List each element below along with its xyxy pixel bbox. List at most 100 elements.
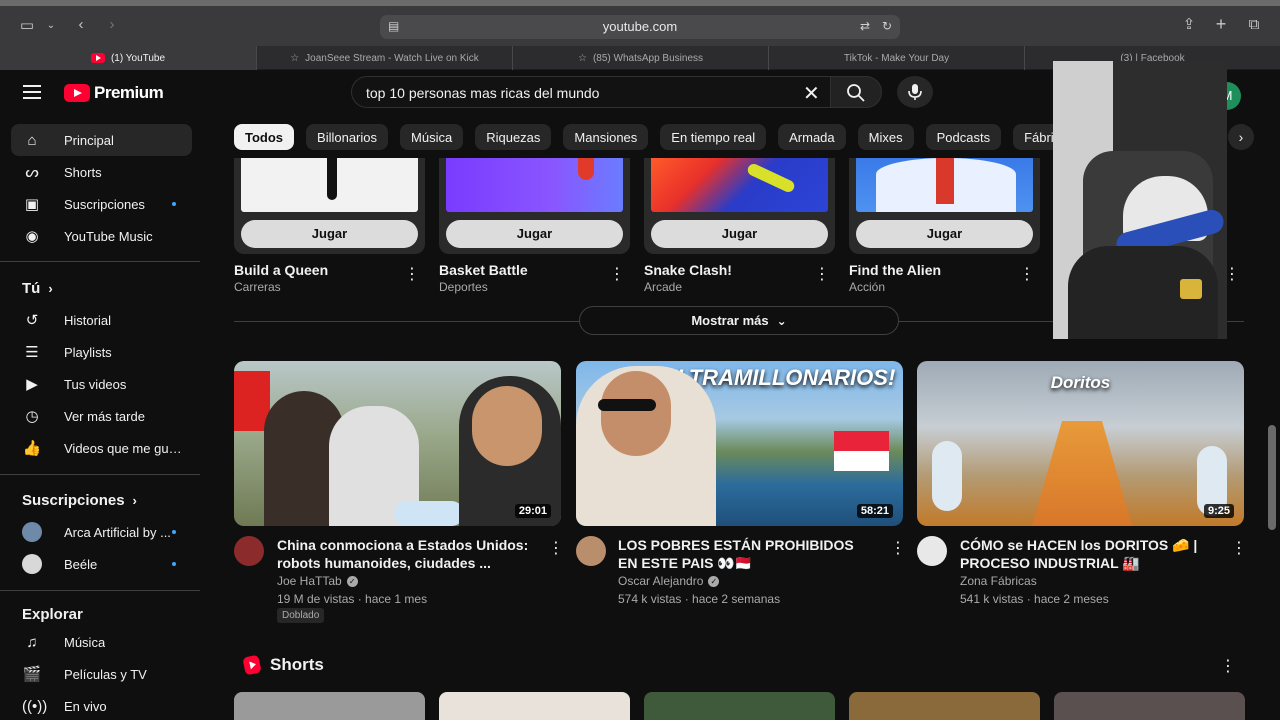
new-tab-icon[interactable]: + (1210, 14, 1232, 34)
more-options-icon[interactable]: ⋮ (1220, 656, 1236, 676)
play-game-button[interactable]: Jugar (856, 220, 1033, 248)
chips-next-button[interactable]: › (1228, 124, 1254, 150)
sidebar-toggle-icon[interactable]: ▭ (16, 16, 38, 36)
back-icon[interactable]: ‹ (70, 15, 92, 35)
chevron-down-icon[interactable]: ⌄ (40, 16, 62, 36)
tab-whatsapp[interactable]: ☆ (85) WhatsApp Business (512, 46, 768, 70)
sidebar-item-label: Beéle (64, 556, 98, 572)
chip-riquezas[interactable]: Riquezas (475, 124, 552, 150)
more-options-icon[interactable]: ⋮ (1019, 264, 1035, 284)
sidebar-item-liked-videos[interactable]: 👍 Videos que me gus... (11, 432, 192, 464)
short-thumbnail[interactable] (849, 692, 1040, 720)
short-thumbnail[interactable] (644, 692, 835, 720)
sidebar-channel-beele[interactable]: Beéle (11, 548, 192, 580)
more-options-icon[interactable]: ⋮ (1231, 538, 1247, 558)
share-icon[interactable]: ⇪ (1178, 15, 1200, 35)
video-thumbnail[interactable]: 29:01 (234, 361, 561, 526)
channel-name[interactable]: Joe HaTTab ✓ (277, 574, 358, 588)
sidebar-item-tus-videos[interactable]: ▶ Tus videos (11, 368, 192, 400)
game-title[interactable]: Basket Battle (439, 262, 528, 278)
channel-avatar[interactable] (234, 536, 264, 566)
game-card[interactable]: Jugar (849, 158, 1040, 254)
forward-icon[interactable]: › (101, 15, 123, 35)
sidebar-item-musica[interactable]: ♫ Música (11, 626, 192, 658)
video-thumbnail[interactable]: Doritos 9:25 (917, 361, 1244, 526)
video-duration: 9:25 (1203, 504, 1234, 518)
sidebar-item-suscripciones[interactable]: ▣ Suscripciones (11, 188, 192, 220)
sidebar-item-playlists[interactable]: ☰ Playlists (11, 336, 192, 368)
channel-avatar[interactable] (917, 536, 947, 566)
game-title[interactable]: Snake Clash! (644, 262, 732, 278)
play-game-button[interactable]: Jugar (241, 220, 418, 248)
short-thumbnail[interactable] (234, 692, 425, 720)
tab-overview-icon[interactable]: ⧉ (1243, 15, 1265, 35)
home-icon: ⌂ (27, 131, 37, 149)
chip-armada[interactable]: Armada (778, 124, 846, 150)
sidebar-item-shorts[interactable]: ᔕ Shorts (11, 156, 192, 188)
address-bar[interactable]: ▤ youtube.com ⇄ ↻ (380, 15, 900, 39)
browser-toolbar: ▭ ⌄ ‹ › ▤ youtube.com ⇄ ↻ ⇪ + ⧉ (0, 6, 1280, 46)
more-options-icon[interactable]: ⋮ (404, 264, 420, 284)
sidebar-item-peliculas[interactable]: 🎬 Películas y TV (11, 658, 192, 690)
page-scrollbar[interactable] (1268, 425, 1276, 530)
tab-youtube[interactable]: (1) YouTube (0, 46, 256, 70)
subscriptions-section-heading[interactable]: Suscripciones › (22, 492, 137, 509)
search-input[interactable]: top 10 personas mas ricas del mundo ✕ (351, 76, 831, 108)
more-options-icon[interactable]: ⋮ (548, 538, 564, 558)
section-title: Explorar (22, 606, 83, 623)
tab-kick[interactable]: ☆ JoanSeee Stream - Watch Live on Kick (256, 46, 512, 70)
channel-name[interactable]: Zona Fábricas (960, 574, 1037, 588)
game-thumbnail (241, 158, 418, 212)
show-more-button[interactable]: Mostrar más ⌄ (579, 306, 899, 335)
youtube-play-icon (64, 84, 90, 102)
channel-avatar[interactable] (576, 536, 606, 566)
chevron-down-icon: ⌄ (776, 313, 787, 328)
channel-name[interactable]: Oscar Alejandro ✓ (618, 574, 720, 588)
translate-icon[interactable]: ⇄ (860, 19, 870, 33)
video-title[interactable]: LOS POBRES ESTÁN PROHIBIDOS EN ESTE PAIS… (618, 536, 873, 572)
chip-todos[interactable]: Todos (234, 124, 295, 150)
channel-label: Zona Fábricas (960, 574, 1037, 588)
game-card[interactable]: Jugar (644, 158, 835, 254)
chip-podcasts[interactable]: Podcasts (925, 124, 1002, 150)
video-thumbnail[interactable]: ¡ULTRAMILLONARIOS! 58:21 (576, 361, 903, 526)
tab-label: (85) WhatsApp Business (592, 52, 704, 64)
sidebar-item-principal[interactable]: ⌂ Principal (11, 124, 192, 156)
chip-billonarios[interactable]: Billonarios (306, 124, 389, 150)
chip-mixes[interactable]: Mixes (857, 124, 914, 150)
play-game-button[interactable]: Jugar (446, 220, 623, 248)
game-card[interactable]: Jugar (234, 158, 425, 254)
sidebar-item-label: YouTube Music (64, 228, 153, 244)
video-title[interactable]: CÓMO se HACEN los DORITOS 🧀 | PROCESO IN… (960, 536, 1215, 572)
sidebar-item-ver-mas-tarde[interactable]: ◷ Ver más tarde (11, 400, 192, 432)
game-title[interactable]: Build a Queen (234, 262, 328, 278)
sidebar-item-en-vivo[interactable]: ((•)) En vivo (11, 690, 192, 720)
more-options-icon[interactable]: ⋮ (890, 538, 906, 558)
sidebar-item-youtube-music[interactable]: ◉ YouTube Music (11, 220, 192, 252)
video-meta: 19 M de vistas · hace 1 mes (277, 592, 428, 606)
voice-search-button[interactable] (897, 76, 933, 108)
more-options-icon[interactable]: ⋮ (814, 264, 830, 284)
you-section-heading[interactable]: Tú › (22, 280, 53, 297)
game-category: Arcade (644, 280, 683, 294)
tab-tiktok[interactable]: TikTok - Make Your Day (768, 46, 1024, 70)
reload-icon[interactable]: ↻ (882, 19, 892, 33)
game-title[interactable]: Find the Alien (849, 262, 941, 278)
short-thumbnail[interactable] (1054, 692, 1245, 720)
menu-icon[interactable] (23, 85, 41, 99)
chip-mansiones[interactable]: Mansiones (563, 124, 649, 150)
youtube-logo[interactable]: Premium (64, 83, 164, 103)
sidebar-item-historial[interactable]: ↺ Historial (11, 304, 192, 336)
search-button[interactable] (830, 76, 882, 108)
play-game-button[interactable]: Jugar (651, 220, 828, 248)
clear-search-icon[interactable]: ✕ (803, 81, 820, 106)
sidebar-channel-arca-artificial[interactable]: Arca Artificial by ... (11, 516, 192, 548)
short-thumbnail[interactable] (439, 692, 630, 720)
game-card[interactable]: Jugar (439, 158, 630, 254)
sidebar-item-label: Principal (64, 132, 114, 148)
search-icon (847, 84, 865, 102)
video-title[interactable]: China conmociona a Estados Unidos: robot… (277, 536, 532, 572)
chip-en-tiempo-real[interactable]: En tiempo real (660, 124, 767, 150)
more-options-icon[interactable]: ⋮ (609, 264, 625, 284)
chip-musica[interactable]: Música (400, 124, 464, 150)
